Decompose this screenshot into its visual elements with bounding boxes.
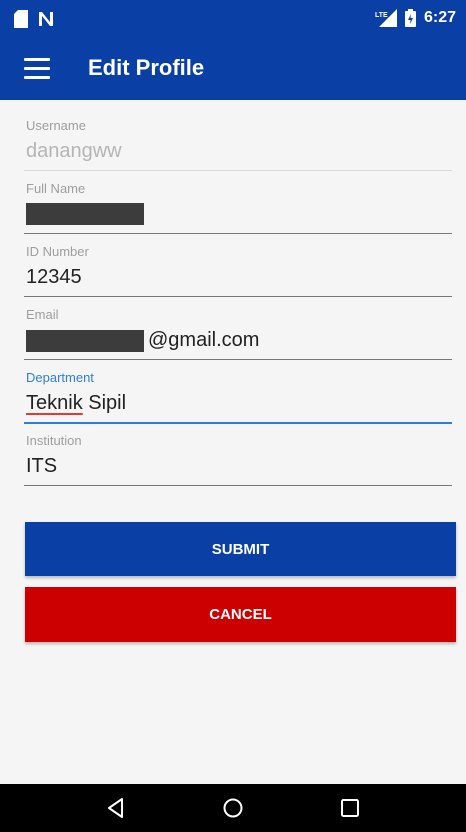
full-name-value (26, 203, 148, 225)
id-number-value: 12345 (26, 266, 82, 288)
edit-profile-form: Username danangww Full Name ID Number 12… (24, 102, 452, 486)
system-nav-bar (0, 784, 466, 832)
battery-icon (404, 9, 416, 27)
status-bar: LTE 6:27 (0, 0, 466, 38)
cancel-button[interactable]: CANCEL (25, 587, 456, 642)
redacted-block (26, 329, 144, 352)
redacted-block (26, 203, 144, 225)
page-title: Edit Profile (88, 55, 205, 80)
department-value-misspelled: Teknik (26, 392, 83, 414)
recents-icon[interactable] (338, 796, 362, 820)
email-label: Email (26, 307, 59, 322)
email-field[interactable]: Email @gmail.com (24, 291, 452, 360)
department-field[interactable]: Department Teknik Sipil (24, 354, 452, 424)
id-number-field[interactable]: ID Number 12345 (24, 228, 452, 297)
hamburger-menu-icon[interactable] (24, 58, 50, 80)
full-name-field[interactable]: Full Name (24, 165, 452, 234)
id-number-label: ID Number (26, 244, 89, 259)
full-name-label: Full Name (26, 181, 86, 196)
institution-label: Institution (26, 433, 82, 448)
department-value-rest: Sipil (82, 392, 127, 414)
submit-button[interactable]: SUBMIT (25, 522, 456, 576)
username-label: Username (26, 118, 86, 133)
username-field[interactable]: Username danangww (24, 102, 452, 171)
department-label: Department (26, 370, 94, 385)
n-notification-icon (39, 12, 53, 26)
institution-field[interactable]: Institution ITS (24, 417, 452, 486)
sd-card-icon (14, 10, 28, 28)
institution-underline (24, 485, 452, 486)
app-toolbar: Edit Profile (0, 38, 466, 100)
home-icon[interactable] (221, 796, 245, 820)
email-domain: @gmail.com (148, 329, 260, 351)
email-value: @gmail.com (26, 329, 259, 352)
back-icon[interactable] (104, 796, 128, 820)
username-value: danangww (26, 140, 122, 162)
institution-value: ITS (26, 455, 58, 477)
svg-text:LTE: LTE (375, 12, 388, 19)
status-time: 6:27 (423, 9, 456, 26)
lte-signal-icon: LTE (375, 9, 397, 27)
department-value: Teknik Sipil (26, 392, 126, 415)
